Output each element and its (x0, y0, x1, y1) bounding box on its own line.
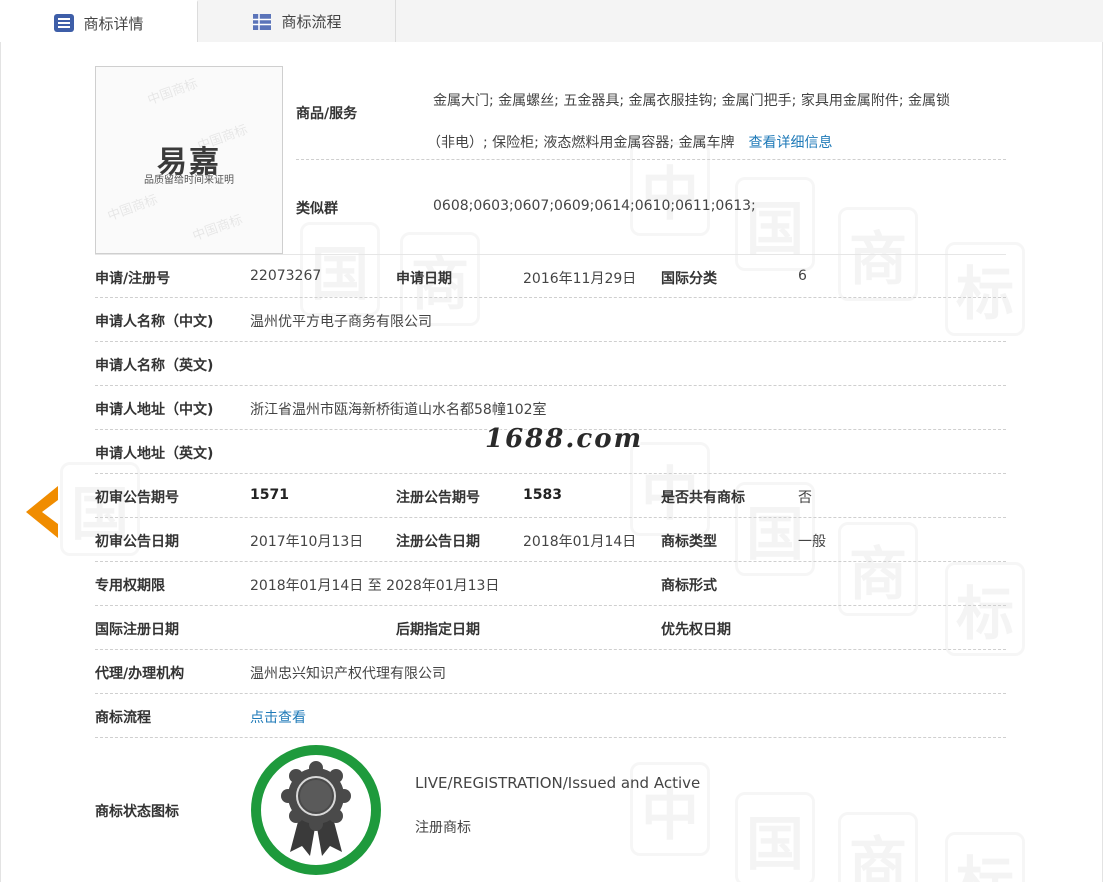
applicant-en-label: 申请人名称（英文) (95, 358, 214, 374)
address-en-label: 申请人地址（英文) (95, 446, 214, 462)
intl-reg-date-label: 国际注册日期 (95, 622, 179, 638)
agent-value: 温州忠兴知识产权代理有限公司 (250, 666, 446, 682)
status-chinese: 注册商标 (415, 820, 471, 836)
reg-issue-value: 1583 (523, 487, 562, 503)
agent-label: 代理/办理机构 (95, 666, 185, 682)
applicant-cn-label: 申请人名称（中文) (95, 314, 214, 330)
tab-label: 商标流程 (281, 13, 342, 31)
exclusive-period-label: 专用权期限 (95, 578, 165, 594)
intl-class-value: 6 (798, 268, 807, 284)
apply-date-label: 申请日期 (396, 271, 452, 287)
shared-label: 是否共有商标 (661, 490, 745, 506)
tab-trademark-details[interactable]: 商标详情 (0, 0, 198, 44)
image-watermark: 中国商标 (105, 192, 160, 225)
list-icon (53, 13, 75, 33)
prelim-date-label: 初审公告日期 (95, 534, 179, 550)
image-watermark: 中国商标 (145, 76, 200, 109)
detail-row: 初审公告期号 1571 注册公告期号 1583 是否共有商标 否 (95, 474, 1006, 518)
process-label: 商标流程 (95, 710, 151, 726)
address-cn-label: 申请人地址（中文) (95, 402, 214, 418)
tab-bar: 商标详情 商标流程 (0, 0, 1103, 44)
registered-badge-icon (250, 744, 382, 876)
applicant-cn-value: 温州优平方电子商务有限公司 (250, 314, 432, 330)
goods-services-value: 金属大门; 金属螺丝; 五金器具; 金属衣服挂钩; 金属门把手; 家具用金属附件… (427, 80, 1003, 164)
intl-class-label: 国际分类 (661, 271, 717, 287)
later-date-label: 后期指定日期 (396, 622, 480, 638)
previous-arrow-icon[interactable] (24, 484, 60, 540)
view-details-link[interactable]: 查看详细信息 (749, 135, 833, 151)
image-watermark: 中国商标 (190, 212, 245, 245)
tm-type-label: 商标类型 (661, 534, 717, 550)
view-process-link[interactable]: 点击查看 (250, 707, 306, 727)
address-cn-value: 浙江省温州市瓯海新桥街道山水名都58幢102室 (250, 402, 547, 418)
site-watermark: 1688.com (485, 424, 644, 454)
goods-line-2: （非电）; 保险柜; 液态燃料用金属容器; 金属车牌 查看详细信息 (427, 122, 1003, 164)
similar-group-value: 0608;0603;0607;0609;0614;0610;0611;0613; (433, 198, 756, 214)
status-icon-label: 商标状态图标 (95, 804, 179, 820)
reg-no-label: 申请/注册号 (95, 271, 171, 287)
detail-row: 专用权期限 2018年01月14日 至 2028年01月13日 商标形式 (95, 562, 1006, 606)
detail-row: 申请人名称（中文) 温州优平方电子商务有限公司 (95, 298, 1006, 342)
status-english: LIVE/REGISTRATION/Issued and Active (415, 774, 701, 792)
goods-services-label: 商品/服务 (296, 106, 358, 122)
reg-date-value: 2018年01月14日 (523, 534, 637, 550)
tm-form-label: 商标形式 (661, 578, 717, 594)
logo-slogan: 品质留给时间来证明 (144, 175, 234, 186)
grid-icon (251, 12, 273, 32)
detail-row: 国际注册日期 后期指定日期 优先权日期 (95, 606, 1006, 650)
goods-line-2-text: （非电）; 保险柜; 液态燃料用金属容器; 金属车牌 (427, 135, 735, 151)
reg-no-value: 22073267 (250, 268, 322, 284)
shared-value: 否 (798, 490, 812, 506)
reg-issue-label: 注册公告期号 (396, 490, 480, 506)
exclusive-period-value: 2018年01月14日 至 2028年01月13日 (250, 578, 500, 594)
apply-date-value: 2016年11月29日 (523, 271, 637, 287)
tm-type-value: 一般 (798, 534, 826, 550)
divider (296, 159, 1006, 160)
prelim-date-value: 2017年10月13日 (250, 534, 364, 550)
detail-row: 申请/注册号 22073267 申请日期 2016年11月29日 国际分类 6 (95, 254, 1006, 298)
detail-row: 申请人名称（英文) (95, 342, 1006, 386)
detail-row: 商标流程 点击查看 (95, 694, 1006, 738)
detail-row: 代理/办理机构 温州忠兴知识产权代理有限公司 (95, 650, 1006, 694)
prelim-issue-label: 初审公告期号 (95, 490, 179, 506)
goods-line-1: 金属大门; 金属螺丝; 五金器具; 金属衣服挂钩; 金属门把手; 家具用金属附件… (433, 93, 950, 109)
tab-trademark-process[interactable]: 商标流程 (198, 0, 396, 43)
tab-label: 商标详情 (83, 14, 144, 33)
detail-row: 初审公告日期 2017年10月13日 注册公告日期 2018年01月14日 商标… (95, 518, 1006, 562)
similar-group-label: 类似群 (296, 201, 338, 217)
reg-date-label: 注册公告日期 (396, 534, 480, 550)
priority-date-label: 优先权日期 (661, 622, 731, 638)
prelim-issue-value: 1571 (250, 487, 289, 503)
trademark-image: 中国商标 中国商标 中国商标 中国商标 易嘉 品质留给时间来证明 (95, 66, 283, 254)
